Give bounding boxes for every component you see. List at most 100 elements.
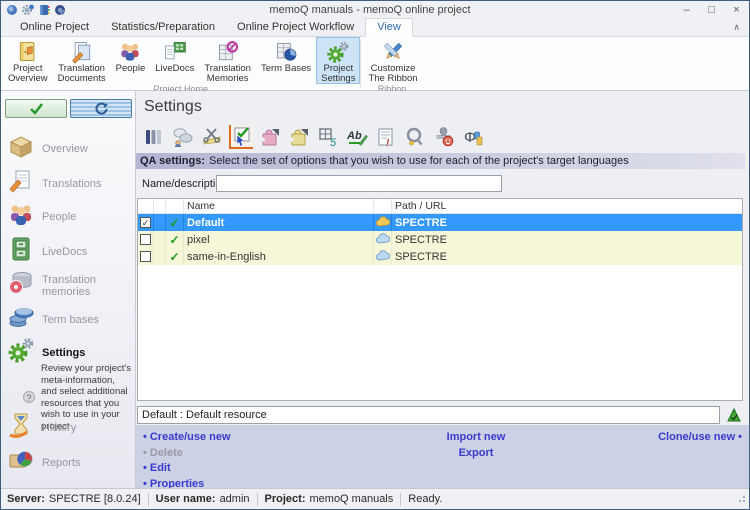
clone-use-new-link[interactable]: Clone/use new•: [658, 431, 742, 443]
segmentation-rules-icon[interactable]: [200, 125, 224, 149]
svg-text:5: 5: [330, 137, 337, 148]
import-new-link[interactable]: Import new: [447, 431, 506, 443]
user-value: admin: [220, 493, 250, 505]
tab-online-project-workflow[interactable]: Online Project Workflow: [226, 19, 365, 36]
document-pen-icon: [7, 167, 35, 200]
resource-name: pixel: [184, 231, 374, 248]
close-button[interactable]: ×: [724, 1, 749, 19]
sidebar-item-translation-memories[interactable]: Translation memories: [7, 269, 132, 302]
communication-settings-icon[interactable]: [171, 125, 195, 149]
tab-online-project[interactable]: Online Project: [9, 19, 100, 36]
project-settings-button[interactable]: Project Settings: [316, 37, 360, 84]
project-value: memoQ manuals: [310, 493, 394, 505]
livedocs-button[interactable]: LiveDocs: [150, 37, 199, 84]
row-checkbox[interactable]: [140, 251, 151, 262]
export-path-rules-icon[interactable]: [432, 125, 456, 149]
refresh-button[interactable]: [70, 99, 132, 118]
title-bar: memoQ manuals - memoQ online project – □…: [1, 1, 749, 19]
column-header-path[interactable]: Path / URL: [392, 199, 742, 213]
tm-settings-icon[interactable]: [258, 125, 282, 149]
table-row[interactable]: ✓ ✓ Default SPECTRE: [138, 214, 742, 231]
table-row[interactable]: ✓ same-in-English SPECTRE: [138, 248, 742, 265]
memoq-online-project-window: memoQ manuals - memoQ online project – □…: [0, 0, 750, 510]
livedocs-icon: [163, 40, 187, 64]
resource-path: SPECTRE: [392, 248, 742, 265]
row-checkbox[interactable]: [140, 234, 151, 245]
resize-grip[interactable]: [736, 493, 747, 507]
notebook-icon[interactable]: [38, 4, 50, 16]
resource-actions-pane: •Create/use new •Delete •Edit •Propertie…: [136, 425, 749, 488]
filter-label: Name/description: [142, 178, 216, 190]
non-translatables-icon[interactable]: Ab: [345, 125, 369, 149]
translation-documents-button[interactable]: Translation Documents: [53, 37, 111, 84]
confirm-button[interactable]: [5, 99, 67, 118]
name-description-filter-input[interactable]: [216, 175, 502, 192]
project-overview-icon: [16, 40, 40, 64]
tab-view[interactable]: View: [365, 18, 413, 37]
sidebar-item-reports[interactable]: Reports: [7, 446, 132, 479]
filter-row: Name/description: [136, 169, 749, 198]
tab-statistics-preparation[interactable]: Statistics/Preparation: [100, 19, 226, 36]
status-separator: [148, 493, 149, 506]
svg-text:Ab: Ab: [346, 130, 362, 142]
general-settings-icon[interactable]: [142, 125, 166, 149]
qa-settings-icon[interactable]: [229, 125, 253, 149]
sidebar-item-people[interactable]: People: [7, 200, 132, 233]
memoq-logo-icon[interactable]: [6, 4, 18, 16]
people-button[interactable]: People: [111, 37, 151, 84]
banner-text: Select the set of options that you wish …: [209, 155, 629, 167]
customize-ribbon-icon: [381, 40, 405, 64]
customize-ribbon-button[interactable]: Customize The Ribbon: [363, 37, 422, 84]
sidebar-item-term-bases[interactable]: Term bases: [7, 303, 132, 336]
status-separator: [257, 493, 258, 506]
server-value: SPECTRE [8.0.24]: [49, 493, 141, 505]
ready-status: Ready.: [408, 493, 442, 505]
pie-chart-icon: [7, 446, 35, 479]
qa-settings-banner: QA settings:Select the set of options th…: [136, 153, 745, 169]
ignore-lists-icon[interactable]: !: [374, 125, 398, 149]
cloud-icon: [376, 216, 390, 230]
livedocs-settings-icon[interactable]: [287, 125, 311, 149]
server-gear-icon[interactable]: [54, 4, 66, 16]
gears-icon: [7, 336, 35, 369]
table-header[interactable]: Name Path / URL: [138, 199, 742, 214]
sidebar-item-overview[interactable]: Overview: [7, 132, 132, 165]
database-disc-icon: [7, 269, 35, 302]
box-icon: [7, 132, 35, 165]
translation-documents-icon: [70, 40, 94, 64]
edit-flag-icon[interactable]: [726, 407, 743, 422]
table-row[interactable]: ✓ pixel SPECTRE: [138, 231, 742, 248]
project-label: Project:: [265, 493, 306, 505]
sidebar-item-history[interactable]: History: [7, 411, 132, 444]
enabled-check-icon: ✓: [169, 216, 179, 230]
autocorrect-icon[interactable]: [403, 125, 427, 149]
term-bases-button[interactable]: Term Bases: [256, 37, 316, 84]
export-link[interactable]: Export: [459, 447, 494, 459]
quick-access-toolbar: [1, 4, 66, 16]
selected-resource-description[interactable]: Default : Default resource: [137, 406, 720, 424]
cabinet-icon: [7, 235, 35, 268]
enabled-check-icon: ✓: [169, 250, 179, 264]
delete-link[interactable]: •Delete: [143, 447, 231, 459]
sidebar-item-translations[interactable]: Translations: [7, 167, 132, 200]
maximize-button[interactable]: □: [699, 1, 724, 19]
project-settings-icon: [326, 40, 350, 64]
project-overview-button[interactable]: Project Overview: [3, 37, 53, 84]
collapse-ribbon-chevron-icon[interactable]: ∧: [733, 22, 740, 33]
resource-path: SPECTRE: [392, 214, 742, 231]
gear-globe-icon[interactable]: [22, 4, 34, 16]
ribbon-group-project-home: Project Overview Translation Documents P…: [1, 37, 360, 90]
create-use-new-link[interactable]: •Create/use new: [143, 431, 231, 443]
user-label: User name:: [156, 493, 216, 505]
translation-memories-button[interactable]: Translation Memories: [199, 37, 256, 84]
row-checkbox[interactable]: ✓: [140, 217, 151, 228]
auto-translation-rules-icon[interactable]: 5: [316, 125, 340, 149]
ribbon-tab-bar: Online Project Statistics/Preparation On…: [1, 19, 749, 37]
column-header-name[interactable]: Name: [184, 199, 374, 213]
edit-link[interactable]: •Edit: [143, 462, 231, 474]
enabled-check-icon: ✓: [169, 233, 179, 247]
resource-path: SPECTRE: [392, 231, 742, 248]
sidebar-item-livedocs[interactable]: LiveDocs: [7, 235, 132, 268]
minimize-button[interactable]: –: [674, 1, 699, 19]
font-substitution-icon[interactable]: Φ: [461, 125, 485, 149]
